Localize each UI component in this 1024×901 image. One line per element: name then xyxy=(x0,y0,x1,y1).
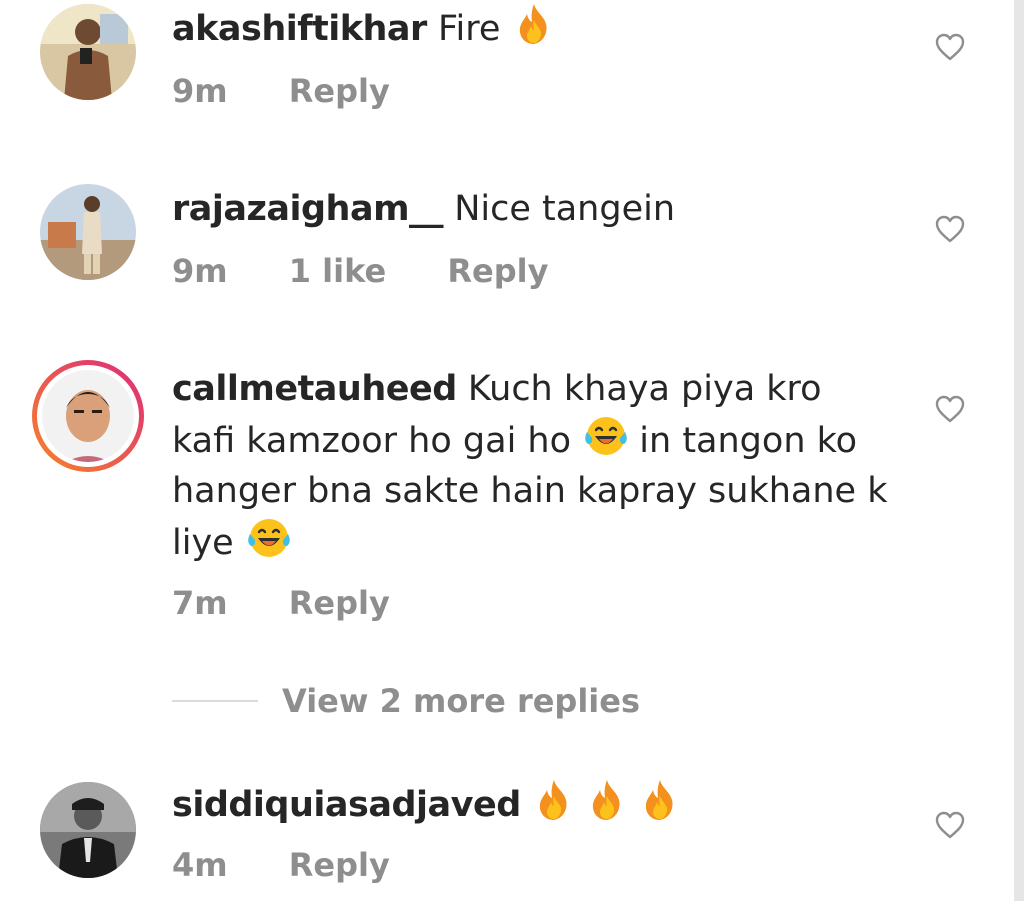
comment-meta: 7m Reply xyxy=(172,584,440,622)
comment-meta: 9m Reply xyxy=(172,72,440,110)
comment-meta: 4m Reply xyxy=(172,846,440,884)
reply-button[interactable]: Reply xyxy=(447,252,548,290)
avatar[interactable] xyxy=(40,184,136,280)
timestamp: 9m xyxy=(172,72,228,110)
avatar-story-ring[interactable] xyxy=(30,358,146,474)
comment-text: callmetauheed Kuch khaya piya kro kafi k… xyxy=(172,364,892,568)
fire-emoji-icon xyxy=(640,778,680,822)
reply-button[interactable]: Reply xyxy=(289,846,390,884)
comment-text: rajazaigham__ Nice tangein xyxy=(172,184,892,234)
comment-text: siddiquiasadjaved xyxy=(172,778,892,830)
comment-body: Fire xyxy=(437,9,501,49)
view-more-replies-label[interactable]: View 2 more replies xyxy=(282,682,640,720)
avatar[interactable] xyxy=(40,782,136,878)
comment-meta: 9m 1 like Reply xyxy=(172,252,598,290)
comment-siddiquiasadjaved: siddiquiasadjaved 4m Reply xyxy=(0,776,1010,901)
comment-rajazaigham: rajazaigham__ Nice tangein 9m 1 like Rep… xyxy=(0,180,1010,320)
username[interactable]: akashiftikhar xyxy=(172,9,427,49)
comment-callmetauheed: callmetauheed Kuch khaya piya kro kafi k… xyxy=(0,356,1010,676)
scrollbar[interactable] xyxy=(1014,0,1024,901)
timestamp: 4m xyxy=(172,846,228,884)
comment-akashiftikhar: akashiftikhar Fire 9m Reply xyxy=(0,0,1010,140)
fire-emoji-icon xyxy=(587,778,627,822)
fire-emoji-icon xyxy=(514,2,554,46)
fire-emoji-icon xyxy=(534,778,574,822)
heart-icon[interactable] xyxy=(934,810,966,840)
comment-body: Nice tangein xyxy=(454,189,676,229)
username[interactable]: rajazaigham__ xyxy=(172,189,444,229)
timestamp: 7m xyxy=(172,584,228,622)
heart-icon[interactable] xyxy=(934,394,966,424)
heart-icon[interactable] xyxy=(934,32,966,62)
view-more-replies[interactable]: View 2 more replies xyxy=(172,678,640,724)
reply-button[interactable]: Reply xyxy=(289,584,390,622)
username[interactable]: callmetauheed xyxy=(172,369,457,409)
laughing-emoji-icon xyxy=(247,516,291,560)
replies-divider xyxy=(172,700,258,702)
like-count[interactable]: 1 like xyxy=(289,252,386,290)
heart-icon[interactable] xyxy=(934,214,966,244)
avatar[interactable] xyxy=(40,4,136,100)
username[interactable]: siddiquiasadjaved xyxy=(172,785,521,825)
reply-button[interactable]: Reply xyxy=(289,72,390,110)
laughing-emoji-icon xyxy=(584,414,628,458)
timestamp: 9m xyxy=(172,252,228,290)
comment-text: akashiftikhar Fire xyxy=(172,2,892,54)
